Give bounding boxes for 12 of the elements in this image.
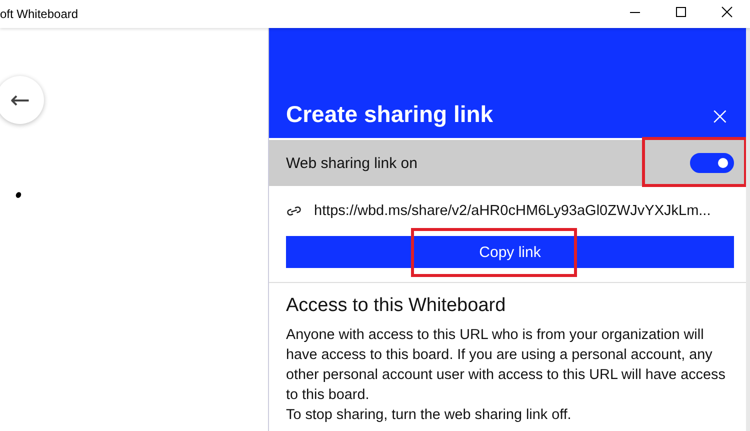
copy-link-button[interactable]: Copy link (286, 236, 734, 268)
link-url: https://wbd.ms/share/v2/aHR0cHM6Ly93aGl0ZWJvYXJkLm... (314, 203, 711, 219)
toggle-label: Web sharing link on (286, 154, 418, 172)
description-text: To stop sharing, turn the web sharing link off. (286, 406, 572, 425)
ink-dot (14, 191, 22, 199)
link-icon (286, 205, 302, 217)
panel-title: Create sharing link (286, 101, 494, 128)
window-title: oft Whiteboard (0, 7, 78, 21)
back-button[interactable]: ← (0, 76, 44, 124)
section-heading: Access to this Whiteboard (286, 295, 507, 317)
toggle-switch[interactable] (690, 153, 734, 173)
description-text: Anyone with access to this URL who is from your organization will have access to this board. If you are using a personal account, any other personal account user with access to this URL will have access to this board. (286, 326, 726, 405)
